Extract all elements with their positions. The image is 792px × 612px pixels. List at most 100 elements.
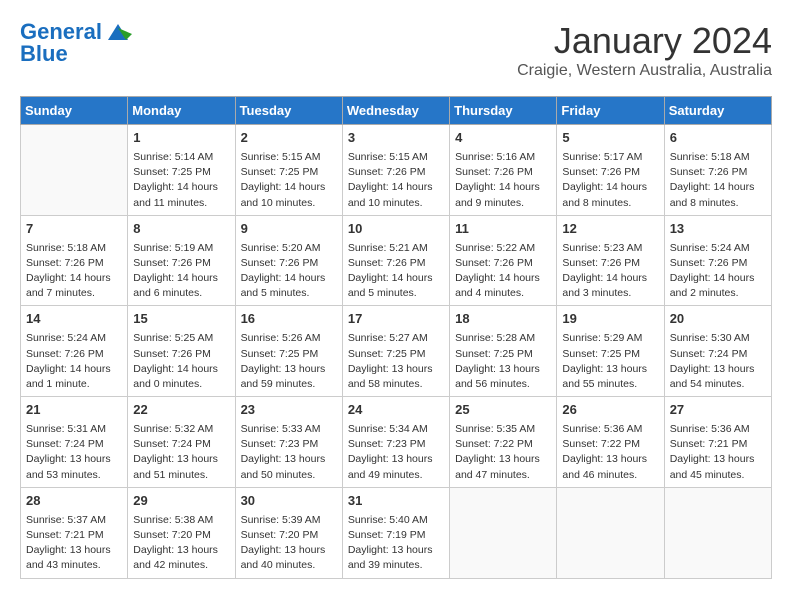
calendar-cell xyxy=(450,487,557,578)
day-info-line: Daylight: 14 hours xyxy=(562,180,658,195)
day-info-line: Daylight: 14 hours xyxy=(241,180,337,195)
day-number: 18 xyxy=(455,310,551,329)
day-info-line: Sunrise: 5:23 AM xyxy=(562,241,658,256)
calendar-cell: 19Sunrise: 5:29 AMSunset: 7:25 PMDayligh… xyxy=(557,306,664,397)
day-info-line: Sunset: 7:25 PM xyxy=(241,165,337,180)
day-info-line: Sunset: 7:26 PM xyxy=(241,256,337,271)
day-info-line: Sunrise: 5:37 AM xyxy=(26,513,122,528)
day-number: 5 xyxy=(562,129,658,148)
day-info-line: Sunrise: 5:16 AM xyxy=(455,150,551,165)
day-info-line: Sunset: 7:21 PM xyxy=(670,437,766,452)
day-info-line: Sunrise: 5:26 AM xyxy=(241,331,337,346)
day-info-line: Daylight: 14 hours xyxy=(133,180,229,195)
calendar-cell: 29Sunrise: 5:38 AMSunset: 7:20 PMDayligh… xyxy=(128,487,235,578)
day-info-line: Daylight: 13 hours xyxy=(241,452,337,467)
calendar-cell: 15Sunrise: 5:25 AMSunset: 7:26 PMDayligh… xyxy=(128,306,235,397)
day-number: 4 xyxy=(455,129,551,148)
day-info-line: Daylight: 14 hours xyxy=(26,271,122,286)
day-info-line: and 10 minutes. xyxy=(348,196,444,211)
calendar-cell: 5 Sunrise: 5:17 AMSunset: 7:26 PMDaylight… xyxy=(557,125,664,216)
day-info-line: Sunset: 7:26 PM xyxy=(455,165,551,180)
header-saturday: Saturday xyxy=(664,97,771,125)
calendar-cell: 1Sunrise: 5:14 AMSunset: 7:25 PMDaylight… xyxy=(128,125,235,216)
calendar-week-4: 21Sunrise: 5:31 AMSunset: 7:24 PMDayligh… xyxy=(21,397,772,488)
day-number: 31 xyxy=(348,492,444,511)
day-info-line: Daylight: 13 hours xyxy=(348,362,444,377)
day-number: 19 xyxy=(562,310,658,329)
day-info-line: Sunset: 7:26 PM xyxy=(348,256,444,271)
day-info-line: Sunset: 7:26 PM xyxy=(455,256,551,271)
day-info-line: and 1 minute. xyxy=(26,377,122,392)
day-info-line: Sunset: 7:25 PM xyxy=(133,165,229,180)
calendar-cell: 12Sunrise: 5:23 AMSunset: 7:26 PMDayligh… xyxy=(557,215,664,306)
day-info-line: Daylight: 14 hours xyxy=(133,362,229,377)
day-info-line: Sunset: 7:25 PM xyxy=(455,347,551,362)
calendar-cell: 22Sunrise: 5:32 AMSunset: 7:24 PMDayligh… xyxy=(128,397,235,488)
day-info-line: and 51 minutes. xyxy=(133,468,229,483)
day-number: 21 xyxy=(26,401,122,420)
day-number: 14 xyxy=(26,310,122,329)
day-info-line: and 10 minutes. xyxy=(241,196,337,211)
day-info-line: and 54 minutes. xyxy=(670,377,766,392)
day-info-line: Daylight: 13 hours xyxy=(348,452,444,467)
calendar-week-3: 14Sunrise: 5:24 AMSunset: 7:26 PMDayligh… xyxy=(21,306,772,397)
day-number: 11 xyxy=(455,220,551,239)
day-info-line: Sunset: 7:26 PM xyxy=(562,165,658,180)
day-info-line: Sunrise: 5:20 AM xyxy=(241,241,337,256)
day-info-line: Sunset: 7:19 PM xyxy=(348,528,444,543)
calendar-cell: 11Sunrise: 5:22 AMSunset: 7:26 PMDayligh… xyxy=(450,215,557,306)
calendar-cell xyxy=(21,125,128,216)
day-info-line: Sunset: 7:26 PM xyxy=(26,256,122,271)
calendar-cell: 26Sunrise: 5:36 AMSunset: 7:22 PMDayligh… xyxy=(557,397,664,488)
day-info-line: Sunrise: 5:19 AM xyxy=(133,241,229,256)
day-info-line: Daylight: 13 hours xyxy=(670,362,766,377)
calendar-cell: 16Sunrise: 5:26 AMSunset: 7:25 PMDayligh… xyxy=(235,306,342,397)
day-info-line: Daylight: 13 hours xyxy=(562,452,658,467)
day-info-line: Sunrise: 5:18 AM xyxy=(26,241,122,256)
day-info-line: Daylight: 14 hours xyxy=(348,271,444,286)
day-info-line: Sunrise: 5:15 AM xyxy=(348,150,444,165)
calendar-cell xyxy=(664,487,771,578)
day-info-line: Sunrise: 5:24 AM xyxy=(670,241,766,256)
day-info-line: Sunrise: 5:28 AM xyxy=(455,331,551,346)
page-header: General Blue January 2024 Craigie, Weste… xyxy=(20,20,772,80)
day-number: 29 xyxy=(133,492,229,511)
day-info-line: Sunset: 7:22 PM xyxy=(562,437,658,452)
calendar-cell: 24Sunrise: 5:34 AMSunset: 7:23 PMDayligh… xyxy=(342,397,449,488)
header-monday: Monday xyxy=(128,97,235,125)
day-number: 15 xyxy=(133,310,229,329)
day-info-line: Sunset: 7:25 PM xyxy=(348,347,444,362)
day-info-line: and 47 minutes. xyxy=(455,468,551,483)
day-info-line: Daylight: 13 hours xyxy=(133,543,229,558)
day-info-line: Sunset: 7:24 PM xyxy=(670,347,766,362)
calendar-cell: 23Sunrise: 5:33 AMSunset: 7:23 PMDayligh… xyxy=(235,397,342,488)
day-info-line: Daylight: 13 hours xyxy=(241,362,337,377)
day-number: 27 xyxy=(670,401,766,420)
day-number: 10 xyxy=(348,220,444,239)
day-number: 6 xyxy=(670,129,766,148)
day-number: 25 xyxy=(455,401,551,420)
day-info-line: Sunrise: 5:33 AM xyxy=(241,422,337,437)
day-info-line: and 8 minutes. xyxy=(562,196,658,211)
calendar-cell: 27Sunrise: 5:36 AMSunset: 7:21 PMDayligh… xyxy=(664,397,771,488)
day-info-line: and 50 minutes. xyxy=(241,468,337,483)
day-info-line: and 56 minutes. xyxy=(455,377,551,392)
calendar-week-5: 28Sunrise: 5:37 AMSunset: 7:21 PMDayligh… xyxy=(21,487,772,578)
day-info-line: Sunset: 7:26 PM xyxy=(133,347,229,362)
day-info-line: Daylight: 14 hours xyxy=(26,362,122,377)
day-info-line: Daylight: 14 hours xyxy=(348,180,444,195)
day-info-line: Sunrise: 5:17 AM xyxy=(562,150,658,165)
calendar-cell: 10Sunrise: 5:21 AMSunset: 7:26 PMDayligh… xyxy=(342,215,449,306)
calendar-week-2: 7Sunrise: 5:18 AMSunset: 7:26 PMDaylight… xyxy=(21,215,772,306)
calendar-cell: 7Sunrise: 5:18 AMSunset: 7:26 PMDaylight… xyxy=(21,215,128,306)
day-info-line: Daylight: 13 hours xyxy=(455,452,551,467)
day-number: 13 xyxy=(670,220,766,239)
day-info-line: Daylight: 14 hours xyxy=(455,180,551,195)
day-info-line: and 46 minutes. xyxy=(562,468,658,483)
day-info-line: Sunrise: 5:36 AM xyxy=(670,422,766,437)
calendar-cell xyxy=(557,487,664,578)
day-number: 3 xyxy=(348,129,444,148)
header-wednesday: Wednesday xyxy=(342,97,449,125)
day-info-line: Sunset: 7:26 PM xyxy=(562,256,658,271)
day-info-line: Sunset: 7:26 PM xyxy=(670,256,766,271)
